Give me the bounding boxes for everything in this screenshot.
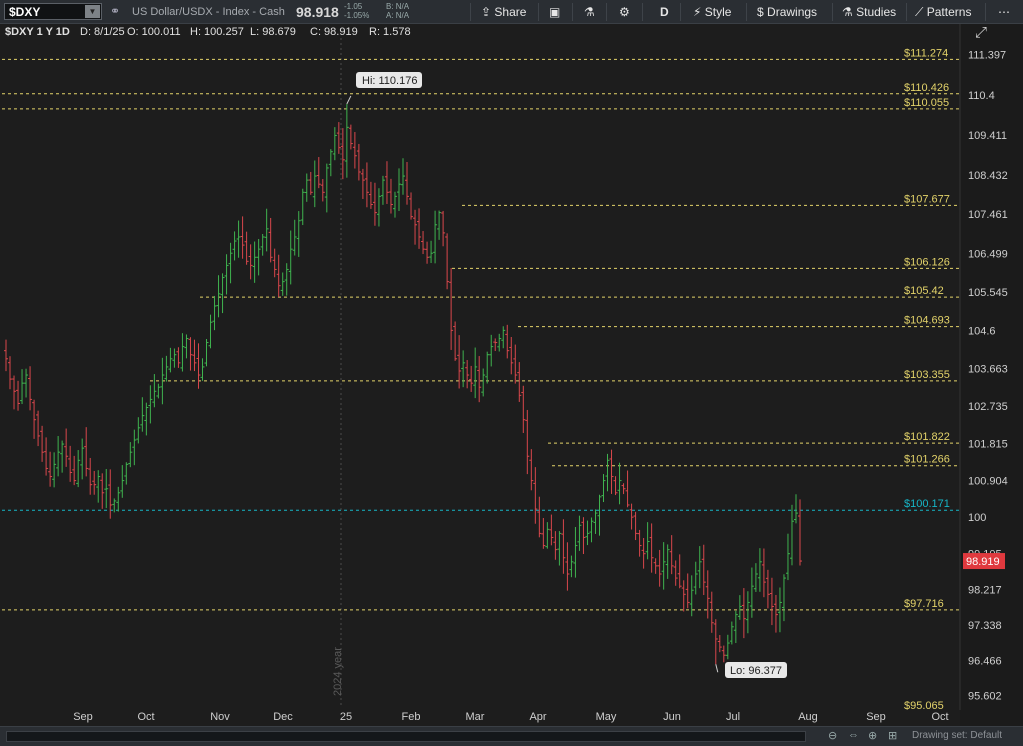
lo-pointer [715,664,719,673]
time-tick-label: Sep [73,711,93,723]
time-tick-label: Mar [466,711,485,723]
grid: 2024 year [332,38,344,708]
level-label: $107.677 [904,193,950,205]
time-axis: Sep Oct Nov Dec 25 Feb Mar Apr May Jun Jul Aug Sep Oc… [73,711,948,723]
time-tick-label: Oct [137,711,154,723]
time-tick-label: Sep [866,711,886,723]
price-tick-label: 96.466 [968,656,1002,668]
last-price-label: 98.919 [966,556,1000,568]
ohlc-bars [4,103,802,665]
time-tick-label: Aug [798,711,818,723]
price-tick-label: 109.411 [968,130,1007,142]
time-tick-label: May [596,711,617,723]
hi-label: Hi: 110.176 [362,75,417,87]
price-levels: $111.274 $110.426 $110.055 $107.677 $106.126… [2,47,960,712]
price-tick-label: 110.4 [968,90,995,102]
price-tick-label: 97.338 [968,620,1002,632]
time-tick-label: 25 [340,711,352,723]
zoom-in-icon[interactable]: ⊕ [868,729,877,742]
time-tick-label: Dec [273,711,293,723]
price-tick-label: 106.499 [968,248,1008,260]
drawing-set[interactable]: Drawing set: Default [912,730,1002,741]
time-tick-label: Oct [931,711,948,723]
status-bar: ⊖ ⇔ ⊕ ⊞ Drawing set: Default [0,726,1023,746]
price-tick-label: 95.602 [968,691,1002,703]
level-label: $100.171 [904,498,950,510]
level-label: $110.426 [904,82,949,94]
price-tick-label: 107.461 [968,209,1008,221]
price-axis: ⤢ 111.397 110.4 109.411 108.432 107.461 106.49… [959,23,1023,726]
price-tick-label: 105.545 [968,287,1008,299]
hi-pointer [346,95,352,105]
level-label: $101.822 [904,431,950,443]
zoom-fit-icon[interactable]: ⊞ [888,729,897,742]
autoscale-icon: ⤢ [975,23,988,41]
level-label: $101.266 [904,454,950,466]
year-label: 2024 year [332,647,344,696]
price-chart[interactable]: 2024 year $111.274 $110.426 $110.055 $107.6… [0,0,1023,726]
time-tick-label: Jun [663,711,681,723]
level-label: $105.42 [904,285,944,297]
price-tick-label: 98.217 [968,585,1002,597]
level-label: $103.355 [904,369,950,381]
price-tick-label: 101.815 [968,438,1008,450]
level-label: $110.055 [904,97,949,109]
time-tick-label: Apr [529,711,546,723]
pan-icon[interactable]: ⇔ [848,729,859,741]
price-tick-label: 108.432 [968,170,1008,182]
horizontal-scrollbar[interactable] [6,731,806,742]
price-tick-label: 100 [968,512,986,524]
price-tick-label: 100.904 [968,475,1008,487]
price-tick-label: 102.735 [968,401,1008,413]
level-label: $111.274 [904,47,948,59]
price-tick-label: 111.397 [968,49,1006,61]
price-tick-label: 103.663 [968,363,1008,375]
lo-label: Lo: 96.377 [730,665,782,677]
time-tick-label: Feb [402,711,421,723]
zoom-out-icon[interactable]: ⊖ [828,729,837,742]
price-tick-label: 104.6 [968,325,996,337]
time-tick-label: Jul [726,711,740,723]
level-label: $104.693 [904,315,950,327]
level-label: $97.716 [904,598,944,610]
level-label: $106.126 [904,256,950,268]
time-tick-label: Nov [210,711,230,723]
